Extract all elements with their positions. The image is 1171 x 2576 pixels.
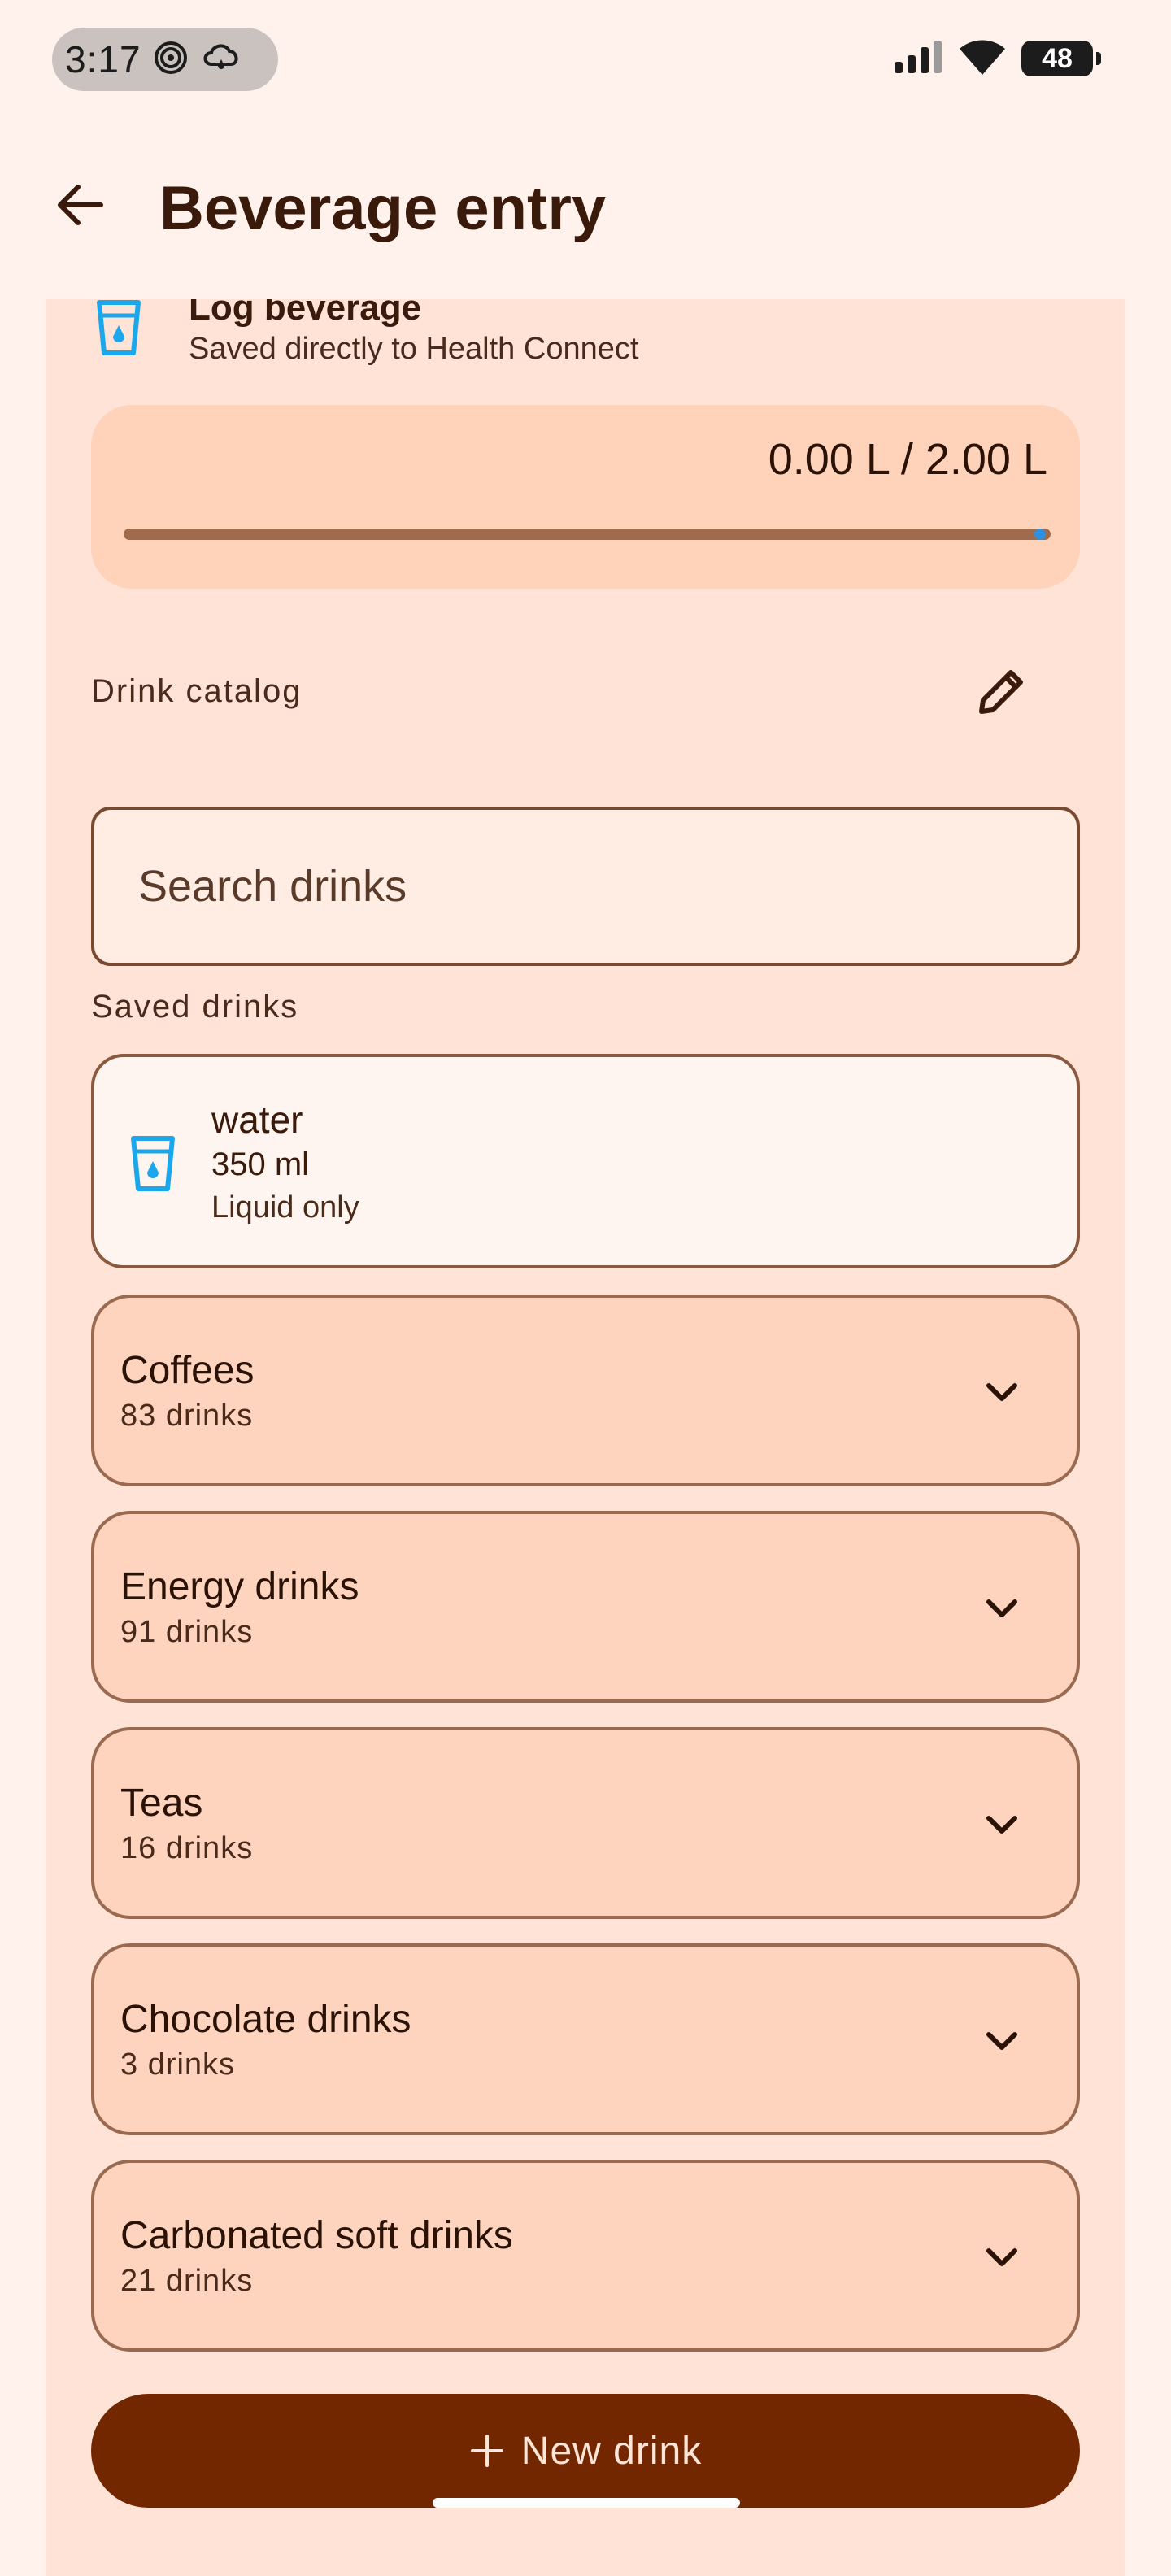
progress-indicator: [1034, 529, 1046, 540]
category-name: Carbonated soft drinks: [120, 2214, 513, 2257]
search-input[interactable]: Search drinks: [91, 807, 1080, 966]
category-count: 91 drinks: [120, 1615, 254, 1649]
saved-drinks-label: Saved drinks: [91, 989, 299, 1025]
cloud-rain-icon: [200, 40, 242, 80]
search-placeholder: Search drinks: [138, 862, 407, 911]
saved-drink-volume: 350 ml: [211, 1147, 310, 1182]
category-name: Chocolate drinks: [120, 1998, 411, 2041]
new-drink-button[interactable]: New drink: [91, 2394, 1080, 2508]
category-coffees[interactable]: Coffees 83 drinks: [91, 1295, 1080, 1486]
pencil-icon: [979, 670, 1023, 714]
chevron-down-icon: [986, 2032, 1017, 2050]
chevron-down-icon: [986, 1383, 1017, 1401]
category-count: 16 drinks: [120, 1831, 254, 1865]
status-pill: 3:17: [52, 28, 278, 91]
category-carbonated-soft-drinks[interactable]: Carbonated soft drinks 21 drinks: [91, 2160, 1080, 2352]
water-cup-icon: [130, 1135, 176, 1192]
plus-icon: [470, 2435, 503, 2467]
category-count: 83 drinks: [120, 1399, 254, 1433]
home-indicator[interactable]: [433, 2498, 740, 2508]
beverage-sheet: Log beverage Saved directly to Health Co…: [46, 299, 1125, 2576]
signal-icon: [893, 39, 943, 79]
saved-drink-water[interactable]: water 350 ml Liquid only: [91, 1054, 1080, 1268]
progress-track: [124, 529, 1051, 540]
spiral-icon: [153, 40, 189, 80]
category-count: 3 drinks: [120, 2047, 236, 2082]
category-chocolate-drinks[interactable]: Chocolate drinks 3 drinks: [91, 1943, 1080, 2135]
battery-icon: 48: [1021, 41, 1101, 76]
status-right: 48: [893, 34, 1101, 83]
category-name: Coffees: [120, 1349, 255, 1392]
new-drink-label: New drink: [520, 2429, 703, 2473]
category-name: Teas: [120, 1782, 203, 1825]
category-teas[interactable]: Teas 16 drinks: [91, 1727, 1080, 1919]
chevron-down-icon: [986, 1599, 1017, 1617]
progress-text: 0.00 L / 2.00 L: [768, 435, 1047, 484]
chevron-down-icon: [986, 2248, 1017, 2266]
page-title: Beverage entry: [159, 174, 607, 243]
log-subtitle: Saved directly to Health Connect: [189, 332, 639, 366]
edit-catalog-button[interactable]: [968, 657, 1036, 725]
chevron-down-icon: [986, 1816, 1017, 1834]
arrow-back-icon: [58, 185, 103, 225]
category-count: 21 drinks: [120, 2264, 254, 2298]
catalog-label: Drink catalog: [91, 673, 303, 709]
log-title: Log beverage: [189, 299, 422, 328]
saved-drink-type: Liquid only: [211, 1190, 359, 1225]
back-button[interactable]: [46, 171, 114, 239]
progress-card: 0.00 L / 2.00 L: [91, 405, 1080, 589]
water-cup-icon: [96, 299, 141, 356]
saved-drink-name: water: [211, 1099, 303, 1141]
category-name: Energy drinks: [120, 1565, 359, 1608]
wifi-icon: [958, 37, 1007, 80]
category-energy-drinks[interactable]: Energy drinks 91 drinks: [91, 1511, 1080, 1703]
status-time: 3:17: [65, 38, 141, 80]
